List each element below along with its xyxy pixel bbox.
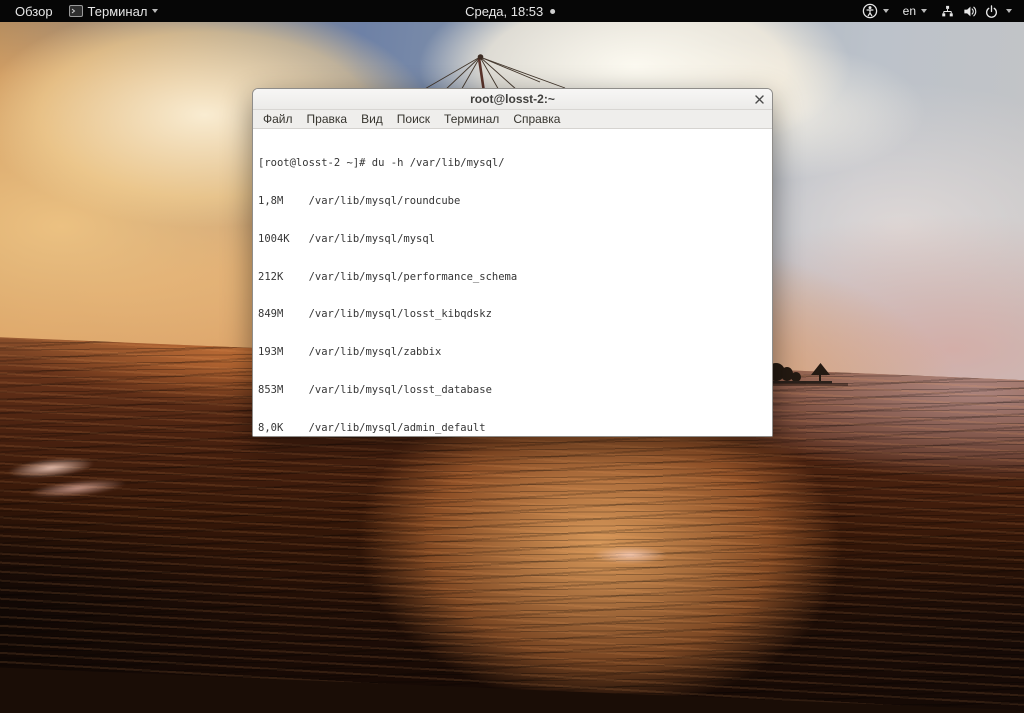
menu-terminal[interactable]: Терминал	[437, 110, 506, 128]
window-title: root@losst-2:~	[253, 92, 772, 106]
clock-button[interactable]: Среда, 18:53	[465, 0, 555, 22]
du-output-row: 849M/var/lib/mysql/losst_kibqdskz	[258, 308, 768, 321]
accessibility-menu[interactable]	[857, 0, 894, 22]
boat-mast	[405, 24, 585, 92]
du-output-row: 1,8M/var/lib/mysql/roundcube	[258, 195, 768, 208]
activities-button[interactable]: Обзор	[10, 0, 58, 22]
app-menu-label: Терминал	[88, 4, 148, 19]
volume-icon	[962, 4, 977, 19]
system-menu[interactable]	[936, 0, 1016, 22]
menu-file[interactable]: Файл	[256, 110, 300, 128]
du-output-row: 853M/var/lib/mysql/losst_database	[258, 384, 768, 397]
terminal-icon	[69, 5, 83, 17]
accessibility-icon	[862, 3, 878, 19]
menu-edit[interactable]: Правка	[300, 110, 355, 128]
du-output-row: 8,0K/var/lib/mysql/admin_default	[258, 422, 768, 435]
chevron-down-icon	[921, 9, 927, 13]
clock-label: Среда, 18:53	[465, 4, 543, 19]
gnome-top-bar: Обзор Терминал Среда, 18:53 en	[0, 0, 1024, 22]
power-icon	[984, 4, 999, 19]
window-titlebar[interactable]: root@losst-2:~	[253, 89, 772, 110]
keyboard-layout-menu[interactable]: en	[898, 0, 932, 22]
wave-foam	[575, 537, 685, 573]
app-menu[interactable]: Терминал	[64, 0, 164, 22]
wired-network-icon	[940, 4, 955, 19]
chevron-down-icon	[152, 9, 158, 13]
terminal-window: root@losst-2:~ Файл Правка Вид Поиск Тер…	[252, 88, 773, 437]
chevron-down-icon	[883, 9, 889, 13]
notification-dot	[550, 9, 555, 14]
chevron-down-icon	[1006, 9, 1012, 13]
close-button[interactable]	[752, 92, 766, 106]
menu-search[interactable]: Поиск	[390, 110, 437, 128]
menu-view[interactable]: Вид	[354, 110, 390, 128]
close-icon	[755, 95, 764, 104]
du-output-row: 1004K/var/lib/mysql/mysql	[258, 233, 768, 246]
island-silhouette	[766, 358, 848, 387]
menu-help[interactable]: Справка	[506, 110, 567, 128]
du-output-row: 212K/var/lib/mysql/performance_schema	[258, 271, 768, 284]
terminal-menubar: Файл Правка Вид Поиск Терминал Справка	[253, 110, 772, 129]
terminal-screen[interactable]: [root@losst-2 ~]# du -h /var/lib/mysql/ …	[253, 129, 772, 436]
activities-label: Обзор	[15, 4, 53, 19]
keyboard-layout-label: en	[903, 4, 916, 18]
command-line: [root@losst-2 ~]# du -h /var/lib/mysql/	[258, 157, 768, 170]
du-output-row: 193M/var/lib/mysql/zabbix	[258, 346, 768, 359]
